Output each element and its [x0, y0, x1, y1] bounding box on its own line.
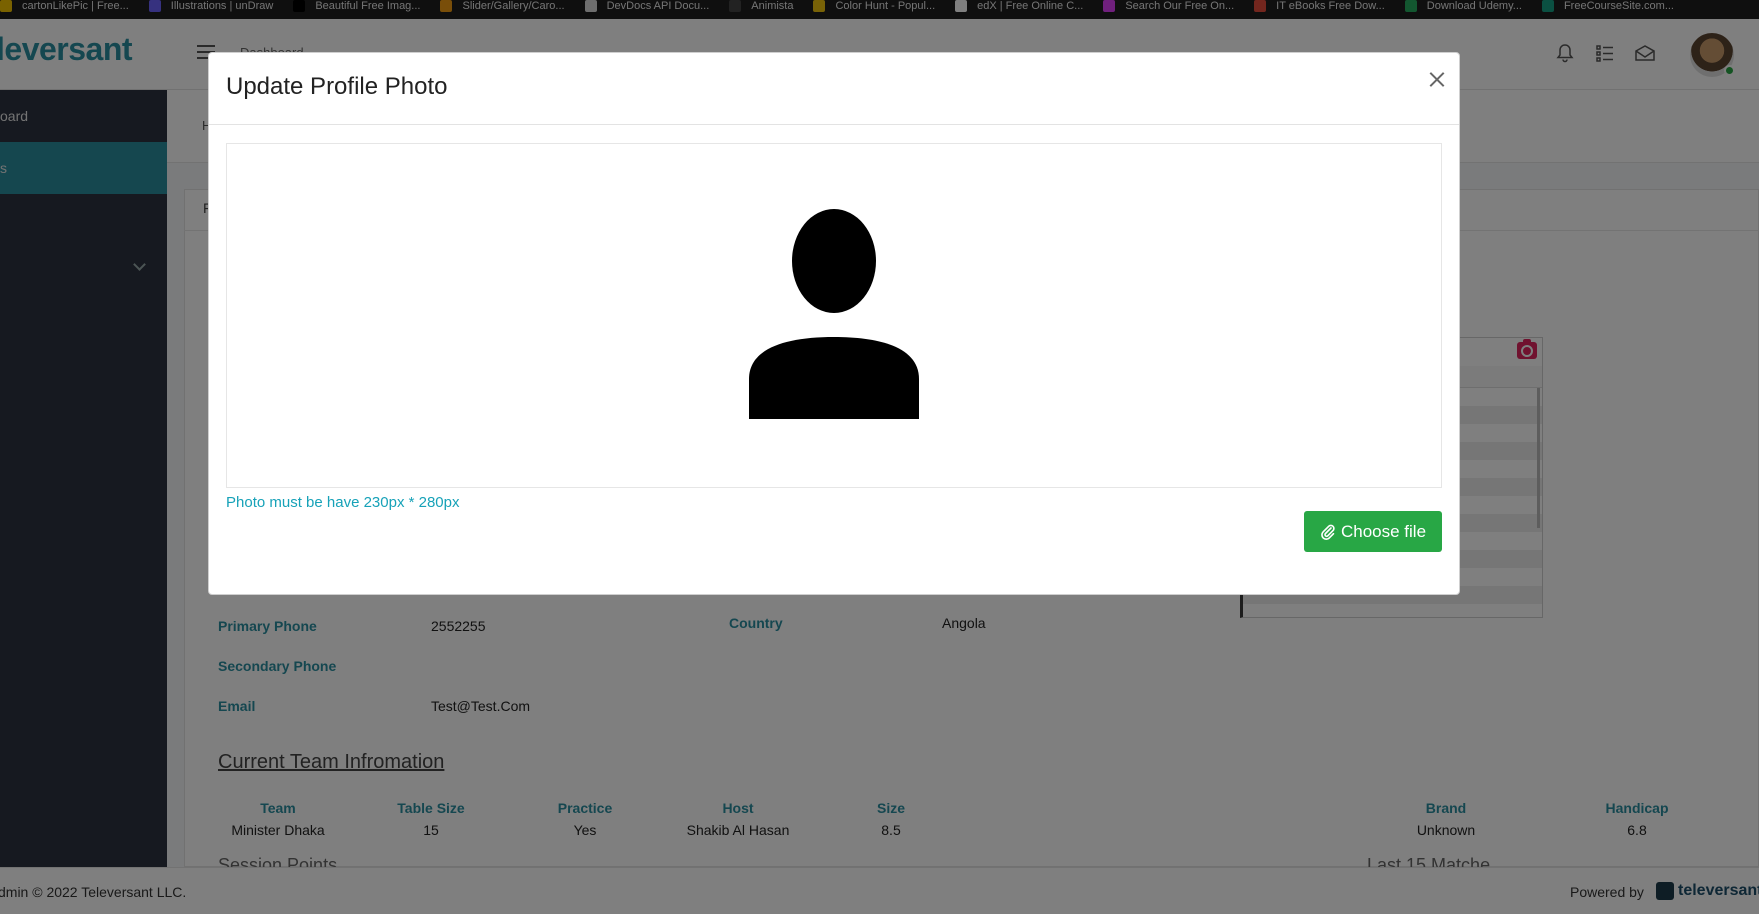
choose-file-button[interactable]: Choose file — [1304, 511, 1442, 552]
photo-preview-area — [226, 143, 1442, 488]
modal-divider — [209, 124, 1459, 125]
update-photo-modal: Update Profile Photo Photo must be have … — [208, 52, 1460, 595]
modal-title: Update Profile Photo — [226, 73, 448, 100]
user-placeholder-icon — [749, 209, 919, 419]
paperclip-icon — [1321, 524, 1335, 540]
photo-size-hint: Photo must be have 230px * 280px — [226, 494, 460, 511]
choose-file-label: Choose file — [1340, 521, 1427, 541]
close-icon[interactable] — [1422, 65, 1452, 95]
